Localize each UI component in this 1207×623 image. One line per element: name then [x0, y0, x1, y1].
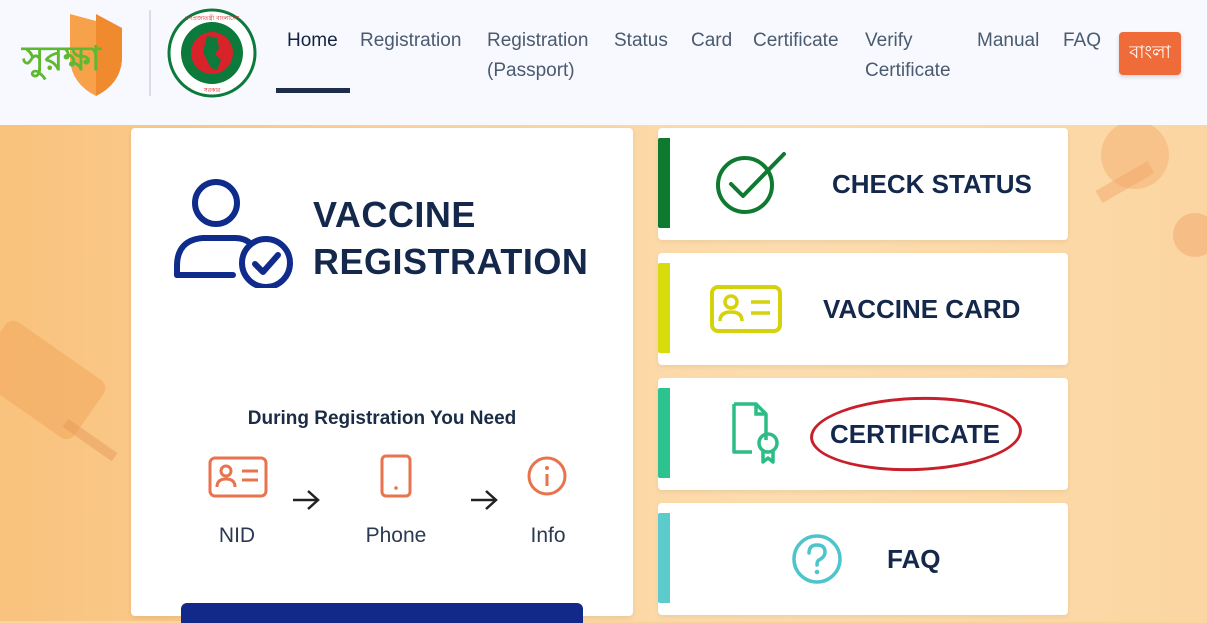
nav-manual[interactable]: Manual: [977, 26, 1039, 56]
nav-status[interactable]: Status: [614, 26, 668, 56]
arrow-right-icon: [471, 490, 498, 510]
nav-active-indicator: [276, 88, 350, 93]
vaccine-card-accent-bar: [658, 263, 670, 353]
faq-accent-bar: [658, 513, 670, 603]
vaccine-registration-title: VACCINE REGISTRATION: [313, 191, 613, 285]
check-circle-icon: [716, 152, 786, 214]
seal-text-top: গণপ্রজাতন্ত্রী বাংলাদেশ: [185, 14, 240, 22]
arrow-right-icon: [293, 490, 320, 510]
step-label-info: Info: [530, 524, 566, 547]
vaccine-vial-decoration: [1095, 125, 1207, 257]
nav-registration-passport[interactable]: Registration (Passport): [487, 26, 588, 86]
user-check-icon: [174, 179, 293, 288]
logo-divider: [149, 10, 151, 96]
top-header: সুরক্ষা গণপ্রজাতন্ত্রী বাংলাদেশ সরকার Ho…: [0, 0, 1207, 126]
nav-card[interactable]: Card: [691, 26, 732, 56]
nav-verify-certificate[interactable]: Verify Certificate: [865, 26, 951, 86]
check-status-card[interactable]: CHECK STATUS: [658, 128, 1068, 240]
vaccine-card-card[interactable]: VACCINE CARD: [658, 253, 1068, 365]
info-icon: [527, 456, 567, 496]
certificate-icon: [732, 402, 779, 464]
language-toggle-button[interactable]: বাংলা: [1119, 32, 1181, 75]
nav-faq[interactable]: FAQ: [1063, 26, 1101, 56]
faq-card[interactable]: FAQ: [658, 503, 1068, 615]
register-button[interactable]: [181, 603, 583, 623]
step-label-phone: Phone: [365, 524, 427, 547]
surokkha-logo[interactable]: সুরক্ষা: [20, 10, 132, 98]
check-status-accent-bar: [658, 138, 670, 228]
title-line-2: REGISTRATION: [313, 241, 589, 282]
nav-registration[interactable]: Registration: [360, 26, 461, 56]
phone-icon: [380, 454, 412, 498]
nav-certificate[interactable]: Certificate: [753, 26, 839, 56]
id-card-icon: [710, 285, 782, 333]
nav-registration-passport-line1: Registration: [487, 30, 589, 51]
step-label-nid: NID: [218, 524, 256, 547]
government-seal-logo[interactable]: গণপ্রজাতন্ত্রী বাংলাদেশ সরকার: [167, 8, 257, 98]
logo-text: সুরক্ষা: [21, 39, 102, 80]
certificate-accent-bar: [658, 388, 670, 478]
syringe-decoration: [0, 320, 118, 462]
check-status-label: CHECK STATUS: [832, 168, 1032, 199]
question-circle-icon: [792, 534, 842, 584]
nav-home[interactable]: Home: [287, 26, 338, 56]
certificate-card[interactable]: CERTIFICATE: [658, 378, 1068, 490]
vaccine-card-label: VACCINE CARD: [823, 293, 1021, 324]
nav-verify-certificate-line1: Verify: [865, 30, 913, 51]
nav-verify-certificate-line2: Certificate: [865, 60, 951, 81]
nav-registration-passport-line2: (Passport): [487, 60, 575, 81]
id-card-icon: [208, 456, 268, 498]
faq-label: FAQ: [887, 543, 941, 574]
vaccine-registration-card[interactable]: VACCINE REGISTRATION During Registration…: [131, 128, 633, 623]
title-line-1: VACCINE: [313, 194, 476, 235]
seal-text-bottom: সরকার: [203, 87, 221, 94]
during-registration-heading: During Registration You Need: [247, 408, 517, 429]
